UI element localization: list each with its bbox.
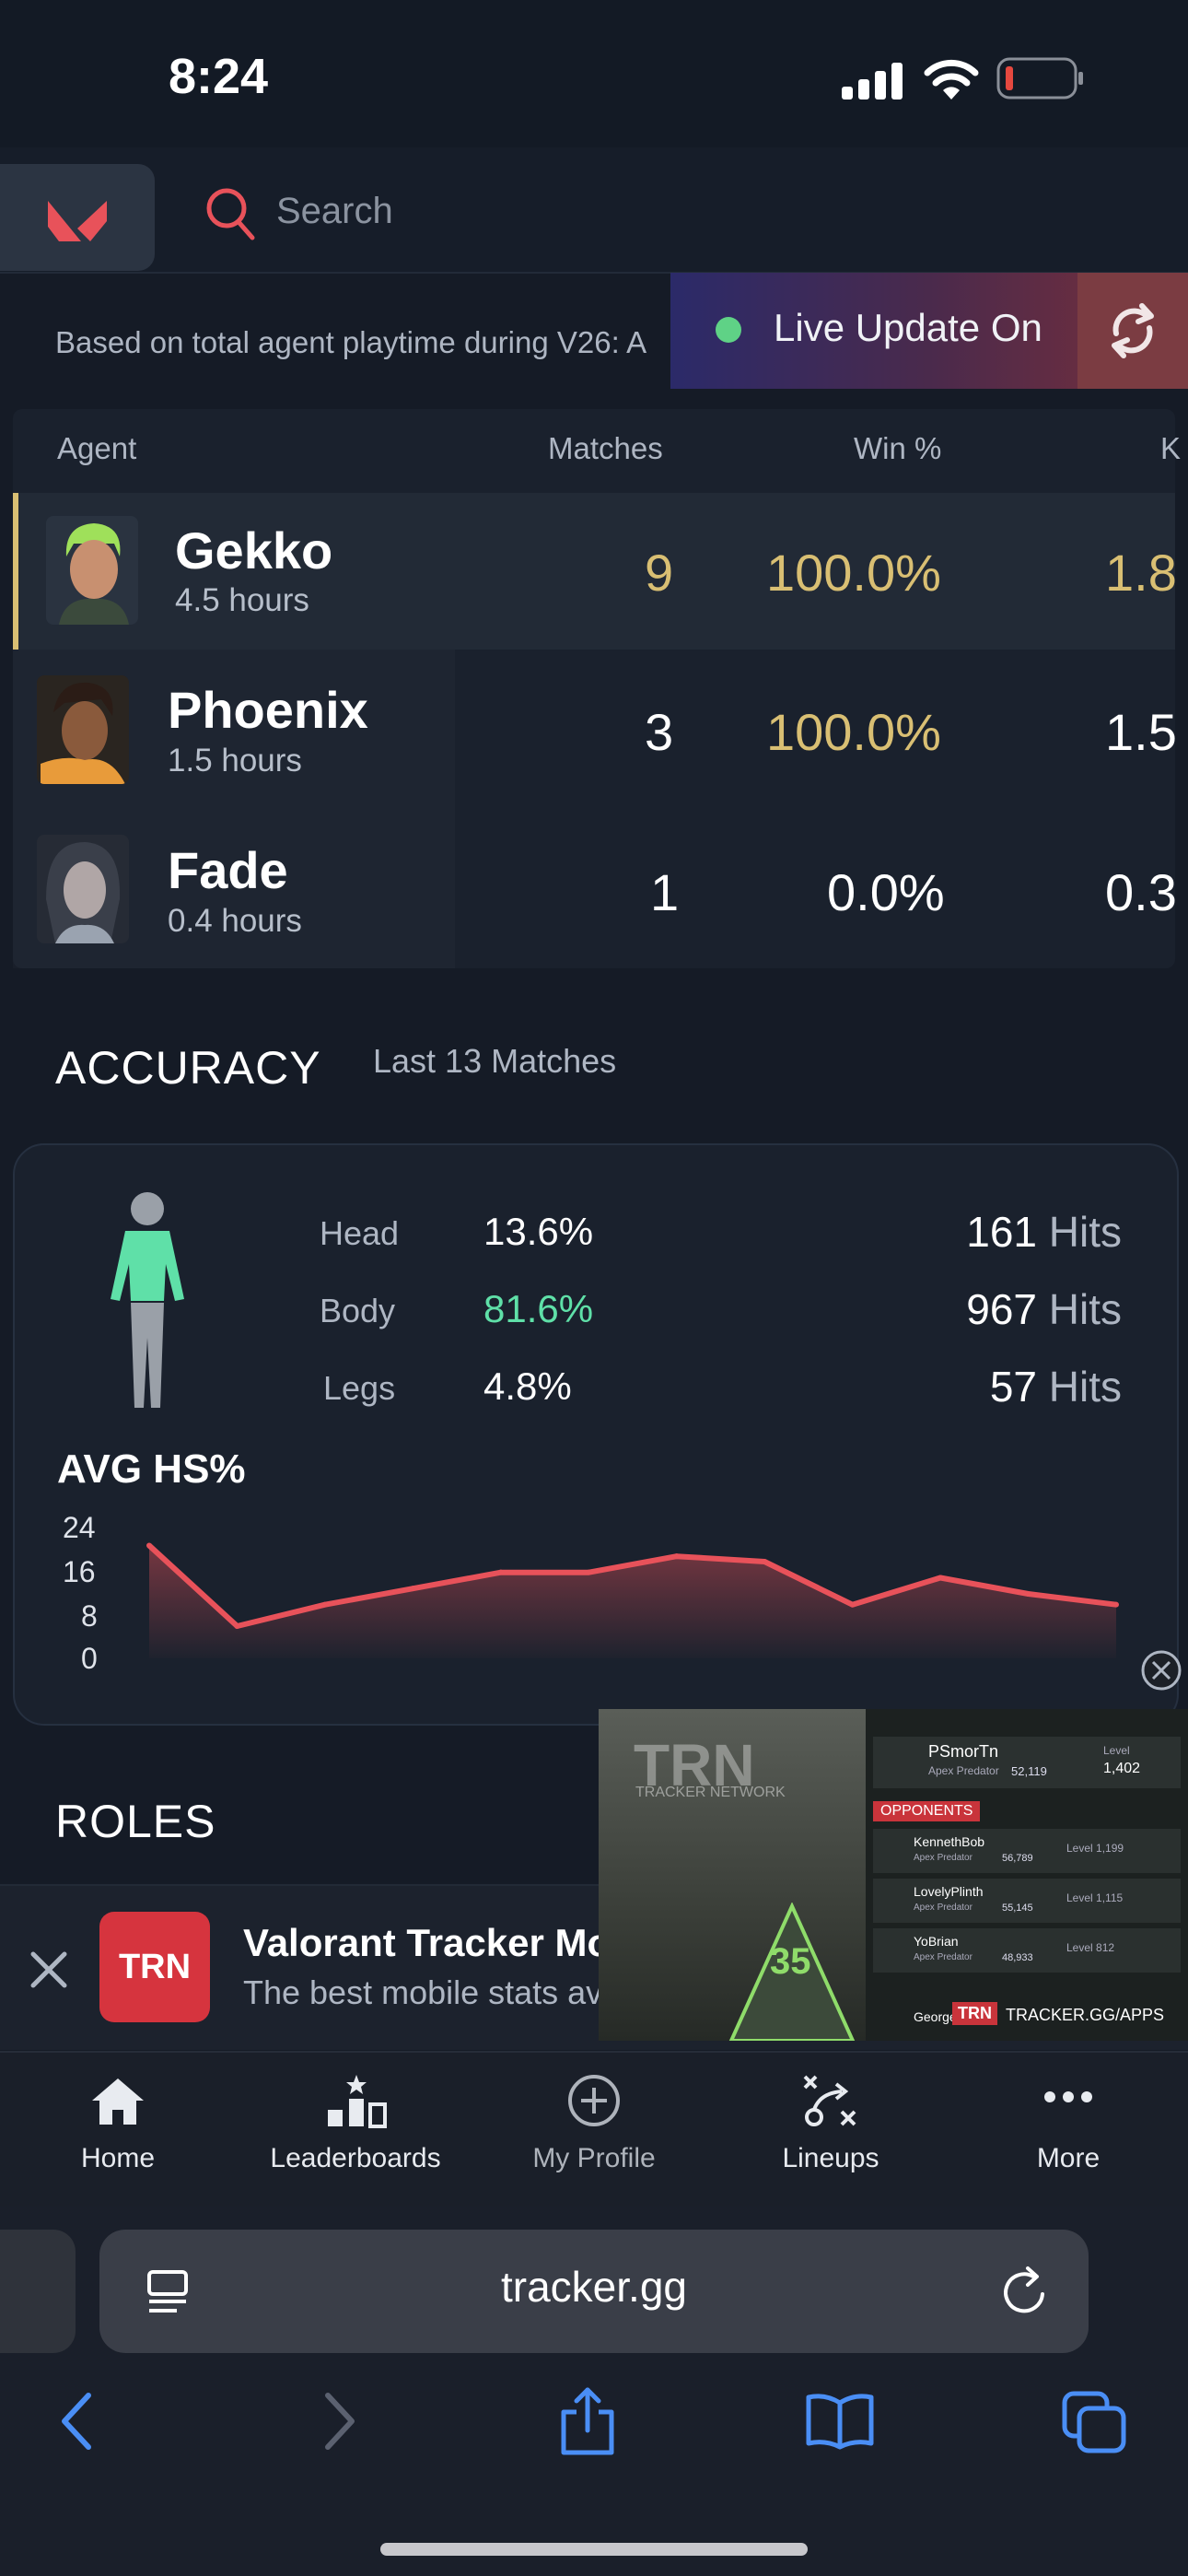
ad-opponent-name: George — [914, 2009, 957, 2024]
tabs-icon[interactable] — [1061, 2390, 1127, 2454]
roles-title: ROLES — [55, 1796, 216, 1847]
close-video-icon[interactable] — [1140, 1649, 1182, 1692]
ad-opponent-rank: Apex Predator — [914, 1952, 973, 1962]
nav-label-home: Home — [80, 2143, 156, 2173]
ad-opponent-level: Level 1,199 — [1066, 1842, 1124, 1855]
video-ad[interactable]: TRN TRACKER NETWORK 35 PSmorTn Apex Pred… — [599, 1709, 1188, 2041]
home-icon — [92, 2078, 144, 2125]
ad-player-level-label: Level — [1103, 1744, 1130, 1757]
ad-badge-number: 35 — [770, 1941, 811, 1982]
chart-point[interactable] — [497, 1569, 504, 1575]
chart-point[interactable] — [321, 1601, 328, 1608]
banner-title: Valorant Tracker Mo — [243, 1921, 611, 1964]
lineups-icon — [803, 2075, 856, 2126]
chart-point[interactable] — [762, 1559, 768, 1564]
ad-opponent-score: 56,789 — [1002, 1853, 1033, 1864]
ad-opponent-level: Level 1,115 — [1066, 1891, 1124, 1904]
ad-opponent-name: YoBrian — [914, 1934, 959, 1949]
close-banner-icon[interactable] — [28, 1949, 70, 1991]
chart-point[interactable] — [410, 1586, 416, 1592]
ad-footer-url: TRACKER.GG/APPS — [1006, 2006, 1165, 2024]
chart-point[interactable] — [586, 1569, 592, 1575]
ad-player-score: 52,119 — [1011, 1764, 1047, 1778]
more-dots-icon — [1044, 2091, 1092, 2102]
ad-opponent-row: YoBrian Apex Predator 48,933 Level 812 — [873, 1928, 1181, 1973]
ad-opponent-row: LovelyPlinth Apex Predator 55,145 Level … — [873, 1879, 1181, 1923]
reload-icon[interactable] — [1000, 2265, 1052, 2320]
chart-point[interactable] — [146, 1542, 152, 1549]
chart-point[interactable] — [849, 1601, 856, 1608]
avg-hs-chart — [146, 1542, 1119, 1658]
nav-label-leaderboards: Leaderboards — [270, 2143, 441, 2173]
ad-opponent-name: LovelyPlinth — [914, 1884, 984, 1899]
nav-item-my-profile[interactable]: My Profile — [502, 2069, 686, 2189]
chart-point[interactable] — [1113, 1601, 1119, 1608]
chart-point[interactable] — [234, 1623, 240, 1629]
forward-icon[interactable] — [320, 2392, 357, 2451]
ad-player-rank: Apex Predator — [928, 1764, 999, 1777]
ad-player-name: PSmorTn — [928, 1742, 999, 1761]
ad-opponent-rank: Apex Predator — [914, 1853, 973, 1863]
ad-tracker-network-text: TRACKER NETWORK — [635, 1785, 786, 1800]
nav-item-lineups[interactable]: Lineups — [739, 2069, 923, 2189]
trn-app-logo: TRN — [99, 1912, 210, 2022]
chart-point[interactable] — [673, 1553, 680, 1560]
nav-label-more: More — [1036, 2143, 1101, 2173]
ad-top-player: PSmorTn Apex Predator 52,119 Level 1,402 — [873, 1737, 1181, 1788]
nav-item-more[interactable]: More — [976, 2069, 1160, 2189]
add-profile-icon — [568, 2075, 620, 2126]
nav-label-lineups: Lineups — [782, 2143, 879, 2173]
nav-item-leaderboards[interactable]: Leaderboards — [263, 2069, 448, 2189]
chart-point[interactable] — [938, 1575, 944, 1581]
home-indicator — [380, 2543, 808, 2556]
bookmarks-icon[interactable] — [805, 2392, 875, 2451]
ad-trn-logo: TRN — [952, 2002, 997, 2025]
leaderboard-icon — [328, 2075, 387, 2128]
nav-item-home[interactable]: Home — [26, 2069, 210, 2189]
ad-opponent-name: KennethBob — [914, 1834, 985, 1849]
ad-opponent-level: Level 812 — [1066, 1941, 1115, 1954]
share-icon[interactable] — [558, 2386, 617, 2456]
ad-opponent-row: KennethBob Apex Predator 56,789 Level 1,… — [873, 1829, 1181, 1873]
nav-label-my-profile: My Profile — [532, 2143, 656, 2173]
ad-opponents-label: OPPONENTS — [873, 1801, 981, 1821]
ad-player-level: 1,402 — [1103, 1761, 1141, 1776]
back-icon[interactable] — [59, 2392, 96, 2451]
ad-opponent-rank: Apex Predator — [914, 1903, 973, 1913]
ad-opponent-score: 48,933 — [1002, 1952, 1033, 1963]
banner-subtitle: The best mobile stats av — [243, 1973, 603, 2011]
ad-opponent-score: 55,145 — [1002, 1903, 1033, 1914]
chart-point[interactable] — [1025, 1591, 1031, 1597]
